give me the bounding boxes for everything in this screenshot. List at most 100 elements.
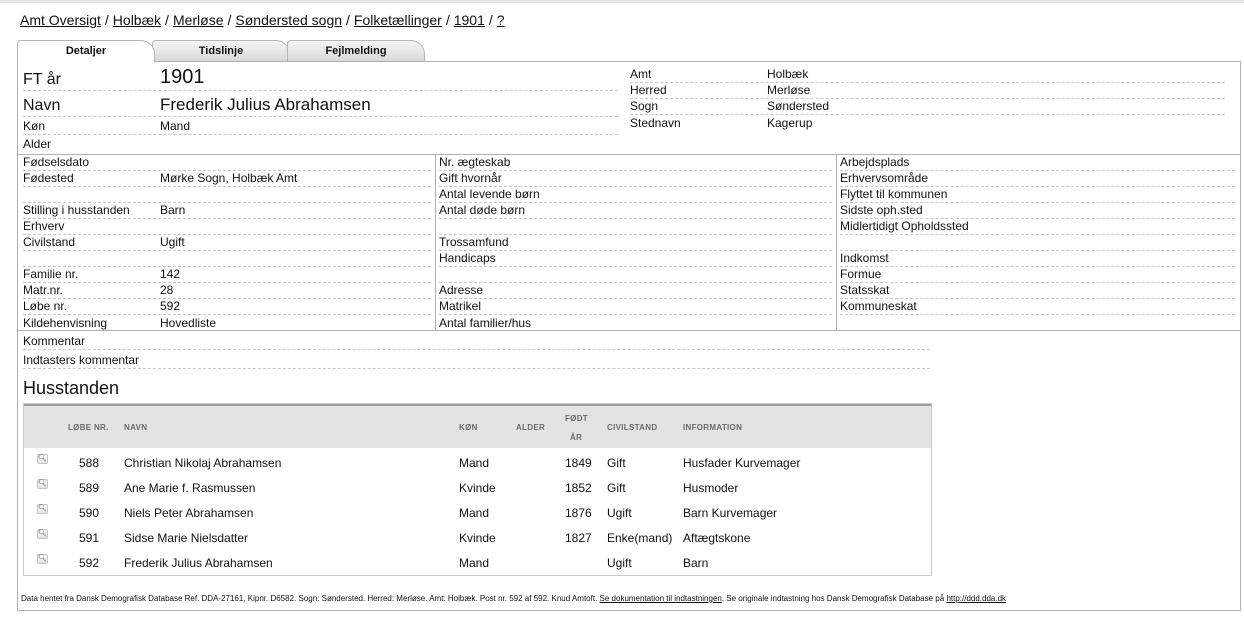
field-row: Erhverv — [23, 219, 431, 235]
field-label: Nr. ægteskab — [439, 155, 511, 169]
field-label: Kommuneskat — [840, 299, 917, 313]
ddd-link[interactable]: http://ddd.dda.dk — [946, 594, 1006, 603]
breadcrumb-amt-oversigt[interactable]: Amt Oversigt — [20, 12, 101, 28]
field-label: Civilstand — [23, 235, 76, 249]
tab-tidslinje[interactable]: Tidslinje — [152, 40, 290, 62]
location-value: Kagerup — [767, 116, 813, 130]
field-label: Matr.nr. — [23, 283, 64, 297]
breadcrumb-separator: / — [227, 12, 232, 28]
field-label: Matrikel — [439, 299, 482, 313]
footer-text: Data hentet fra Dansk Demografisk Databa… — [21, 594, 598, 603]
breadcrumb-1901[interactable]: 1901 — [454, 12, 485, 28]
col-header-lobe-nr: LØBE NR. — [68, 423, 109, 432]
location-value: Holbæk — [767, 67, 809, 81]
household-table: LØBE NR. NAVN KØN ALDER FØDT ÅR CIVILSTA… — [23, 403, 932, 576]
col-header-information: INFORMATION — [683, 423, 743, 432]
field-row: Nr. ægteskab — [439, 155, 832, 171]
magnifier-icon[interactable]: 🔍︎ — [37, 454, 48, 464]
column-divider — [836, 154, 837, 330]
breadcrumb-holbaek[interactable]: Holbæk — [113, 12, 161, 28]
field-row: Trossamfund — [439, 235, 832, 251]
magnifier-icon[interactable]: 🔍︎ — [37, 554, 48, 564]
name-label: Navn — [23, 97, 61, 114]
field-label: Familie nr. — [23, 267, 79, 281]
cell-nr: 590 — [79, 506, 100, 520]
location-row-stednavn: Stednavn Kagerup — [630, 115, 1225, 131]
field-label: Sidste oph.sted — [840, 203, 923, 217]
footer-text-mid: . Se originale indtastning hos Dansk Dem… — [721, 594, 945, 603]
gender-label: Køn — [23, 119, 46, 133]
magnifier-icon[interactable]: 🔍︎ — [37, 504, 48, 514]
cell-name: Frederik Julius Abrahamsen — [124, 556, 273, 570]
field-row: Erhvervsområde — [840, 171, 1235, 187]
field-label: Adresse — [439, 283, 484, 297]
table-row: 🔍︎ 589 Ane Marie f. Rasmussen Kvinde 185… — [24, 475, 931, 500]
field-row: Antal døde børn — [439, 203, 832, 219]
field-label: Handicaps — [439, 251, 496, 265]
field-row: Kommuneskat — [840, 299, 1235, 315]
field-value: 592 — [160, 299, 181, 313]
name-value: Frederik Julius Abrahamsen — [160, 95, 371, 114]
field-row: Stilling i husstanden Barn — [23, 203, 431, 219]
table-row: 🔍︎ 592 Frederik Julius Abrahamsen Mand U… — [24, 550, 931, 575]
age-label: Alder — [23, 137, 52, 151]
cell-civil: Gift — [607, 456, 626, 470]
field-row — [840, 235, 1235, 251]
location-value: Merløse — [767, 83, 811, 97]
location-label: Sogn — [630, 99, 659, 113]
field-row: Familie nr. 142 — [23, 267, 431, 283]
breadcrumb-folketaellinger[interactable]: Folketællinger — [354, 12, 442, 28]
magnifier-icon[interactable]: 🔍︎ — [37, 479, 48, 489]
cell-gender: Kvinde — [459, 481, 496, 495]
field-label: Flyttet til kommunen — [840, 187, 948, 201]
cell-nr: 591 — [79, 531, 100, 545]
field-row: Flyttet til kommunen — [840, 187, 1235, 203]
field-row — [439, 267, 832, 283]
field-label: Erhvervsområde — [840, 171, 929, 185]
field-value: Hovedliste — [160, 316, 217, 330]
cell-born: 1827 — [565, 531, 592, 545]
breadcrumb-merlose[interactable]: Merløse — [173, 12, 224, 28]
comment-row: Kommentar — [23, 333, 930, 350]
breadcrumb-separator: / — [104, 12, 109, 28]
breadcrumb-sondersted-sogn[interactable]: Søndersted sogn — [235, 12, 342, 28]
column-divider — [435, 154, 436, 330]
tab-detaljer[interactable]: Detaljer — [17, 40, 155, 63]
cell-name: Niels Peter Abrahamsen — [124, 506, 254, 520]
col-header-alder: ALDER — [516, 423, 546, 432]
ft-year-label: FT år — [23, 71, 61, 88]
tab-fejlmelding[interactable]: Fejlmelding — [287, 40, 425, 62]
field-row: Sidste oph.sted — [840, 203, 1235, 219]
col-header-civilstand: CIVILSTAND — [607, 423, 658, 432]
household-title: Husstanden — [23, 378, 120, 398]
field-label: Indkomst — [840, 251, 889, 265]
col-header-ar: ÅR — [570, 433, 583, 442]
field-row: Antal levende børn — [439, 187, 832, 203]
documentation-link[interactable]: Se dokumentation til indtastningen — [600, 594, 722, 603]
field-label: Gift hvornår — [439, 171, 502, 185]
field-value: 142 — [160, 267, 181, 281]
cell-name: Christian Nikolaj Abrahamsen — [124, 456, 282, 470]
field-label: Antal familier/hus — [439, 316, 532, 330]
table-row: 🔍︎ 590 Niels Peter Abrahamsen Mand 1876 … — [24, 500, 931, 525]
magnifier-icon[interactable]: 🔍︎ — [37, 529, 48, 539]
cell-born: 1852 — [565, 481, 592, 495]
cell-name: Sidse Marie Nielsdatter — [124, 531, 249, 545]
breadcrumb: Amt Oversigt / Holbæk / Merløse / Søndersted s… — [20, 12, 505, 28]
field-row: Statsskat — [840, 283, 1235, 299]
field-label: Stilling i husstanden — [23, 203, 130, 217]
field-row: Gift hvornår — [439, 171, 832, 187]
breadcrumb-unknown[interactable]: ? — [497, 12, 505, 28]
col-header-navn: NAVN — [124, 423, 148, 432]
cell-civil: Enke(mand) — [607, 531, 673, 545]
field-row — [23, 251, 431, 267]
field-row: Fødested Mørke Sogn, Holbæk Amt — [23, 171, 431, 187]
location-value: Søndersted — [767, 99, 830, 113]
household-table-header: LØBE NR. NAVN KØN ALDER FØDT ÅR CIVILSTA… — [24, 404, 931, 448]
cell-civil: Ugift — [607, 506, 632, 520]
cell-born: 1876 — [565, 506, 592, 520]
location-row-herred: Herred Merløse — [630, 83, 1225, 99]
cell-info: Husmoder — [683, 481, 739, 495]
field-label: Kildehenvisning — [23, 316, 108, 330]
field-label: Fødselsdato — [23, 155, 90, 169]
